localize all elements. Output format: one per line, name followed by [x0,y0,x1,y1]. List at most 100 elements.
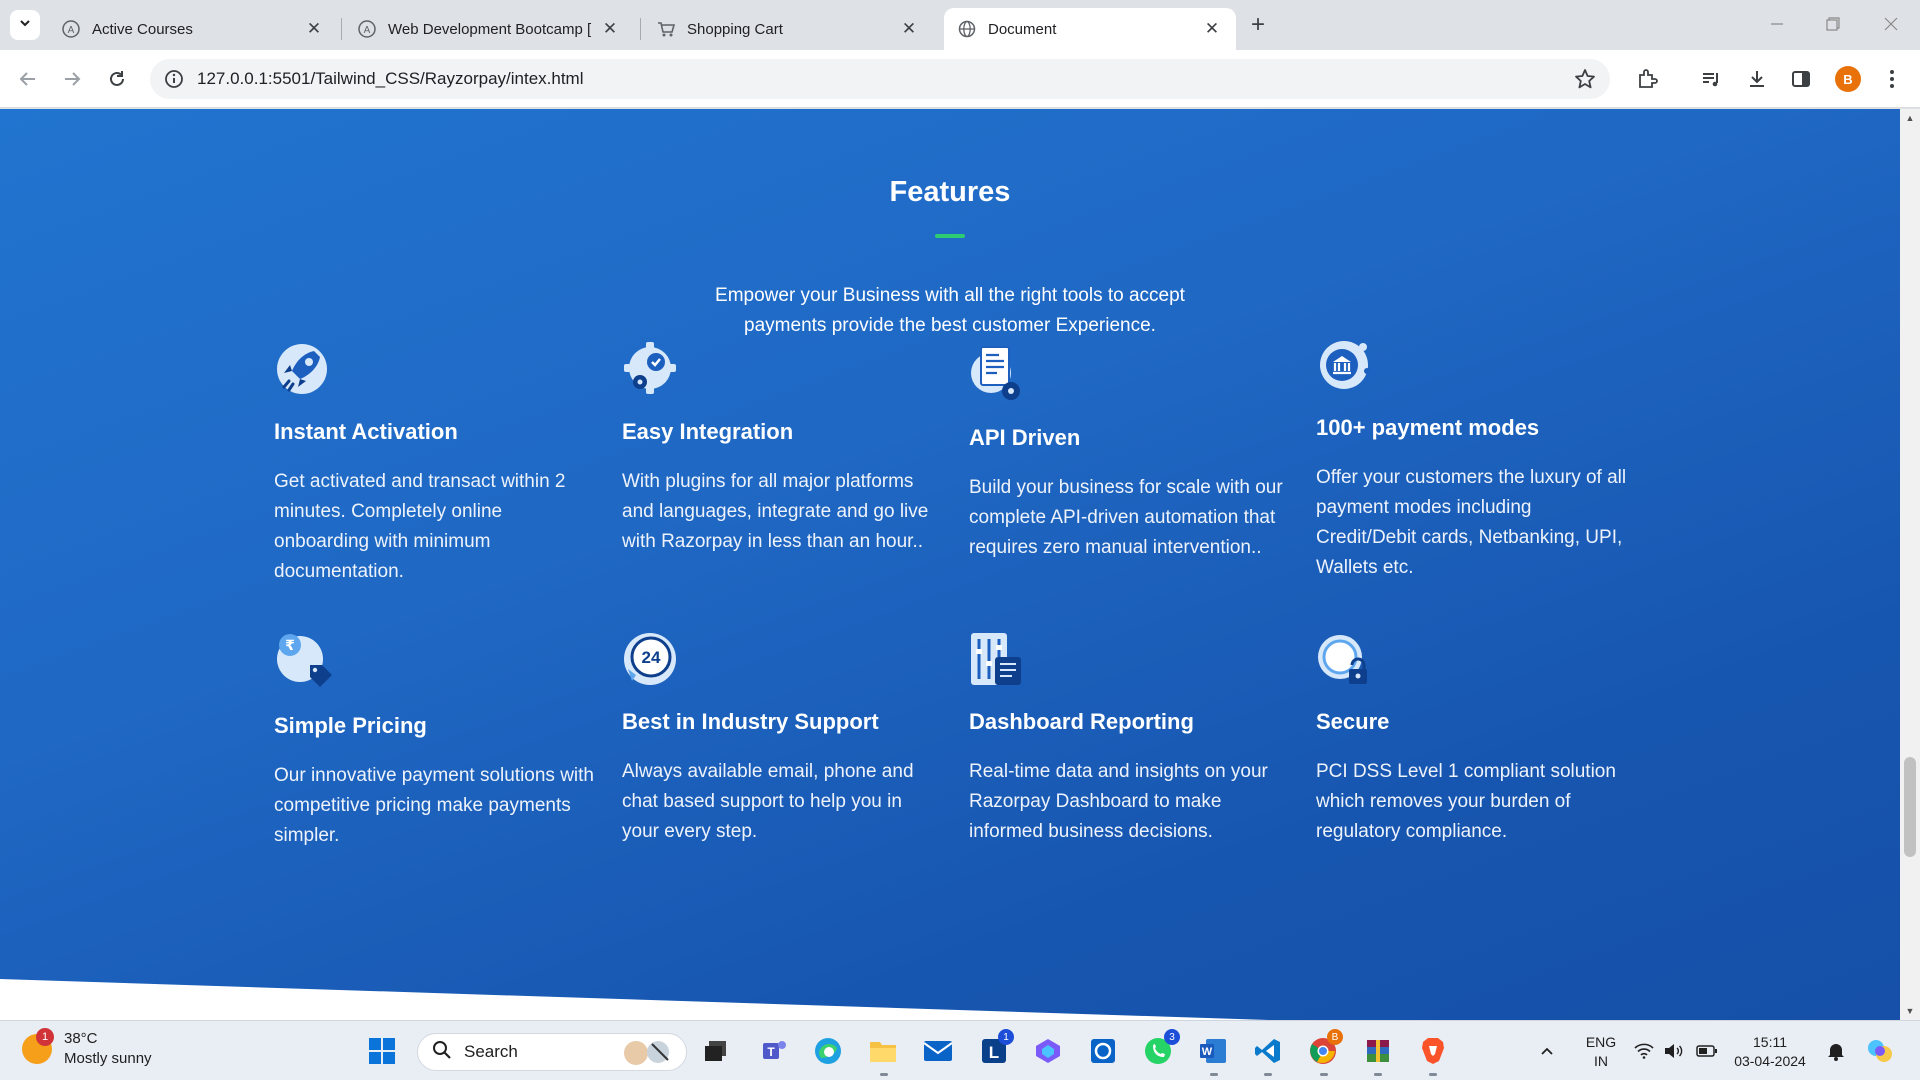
feature-title: Dashboard Reporting [969,709,1194,734]
close-icon[interactable]: ✕ [899,19,919,39]
windows-taskbar: 1 38°C Mostly sunny Search T L 1 3 W B E… [0,1020,1920,1080]
api-document-icon [969,343,1025,403]
edge-browser-icon[interactable] [810,1033,846,1069]
close-icon[interactable]: ✕ [1202,19,1222,39]
feature-title: Secure [1316,709,1390,734]
tab-separator [341,18,342,40]
tab-shopping-cart[interactable]: Shopping Cart ✕ [643,8,933,50]
mail-icon[interactable] [920,1033,956,1069]
weather-description: Mostly sunny [64,1050,152,1067]
whatsapp-badge: 3 [1164,1029,1180,1045]
svg-text:A: A [68,25,75,36]
profile-avatar[interactable]: B [1835,66,1861,92]
vscode-icon[interactable] [1250,1033,1286,1069]
page-scrollbar[interactable]: ▲ ▼ [1900,109,1920,1020]
battery-icon[interactable] [1695,1033,1719,1069]
running-indicator [1320,1073,1328,1076]
tab-title: Web Development Bootcamp [ [388,20,592,38]
whatsapp-icon[interactable]: 3 [1140,1029,1180,1069]
side-panel-icon[interactable] [1785,63,1817,95]
tab-title: Shopping Cart [687,20,783,38]
support-24-icon: 24 [622,631,678,687]
scrollbar-thumb[interactable] [1904,757,1916,857]
rocket-icon [274,341,330,397]
running-indicator [880,1073,888,1076]
extensions-icon[interactable] [1631,63,1663,95]
close-icon[interactable]: ✕ [600,19,620,39]
file-explorer-icon[interactable] [865,1033,901,1069]
brave-icon[interactable] [1415,1033,1451,1069]
feature-card-easy-integration: Easy Integration With plugins for all ma… [622,341,942,557]
language-code: ENG [1585,1034,1617,1050]
scroll-down-arrow-icon[interactable]: ▼ [1905,1006,1915,1016]
clock-time: 15:11 [1753,1034,1787,1050]
feature-description: Build your business for scale with our c… [969,477,1283,558]
tab-document[interactable]: Document ✕ [944,8,1236,50]
browser-toolbar: 127.0.0.1:5501/Tailwind_CSS/Rayzorpay/in… [0,50,1920,108]
copilot-pre-icon[interactable] [1862,1033,1898,1069]
task-view-icon[interactable] [698,1033,734,1069]
weather-temp: 38°C [64,1030,98,1047]
site-info-icon[interactable] [164,69,184,89]
feature-title: API Driven [969,425,1081,450]
reload-button[interactable] [101,63,133,95]
svg-text:A: A [364,25,371,36]
feature-card-dashboard-reporting: Dashboard Reporting Real-time data and i… [969,631,1289,847]
winrar-icon[interactable] [1360,1033,1396,1069]
running-indicator [1264,1073,1272,1076]
rupee-tag-icon: ₹ [274,631,332,691]
new-tab-button[interactable]: + [1243,10,1273,40]
cortana-icon[interactable] [1085,1033,1121,1069]
feature-title: Best in Industry Support [622,709,879,734]
udemy-favicon-icon: A [358,20,376,38]
clock[interactable]: 15:11 03-04-2024 [1725,1033,1815,1071]
tab-web-development-bootcamp[interactable]: A Web Development Bootcamp [ ✕ [344,8,634,50]
bank-icon [1316,337,1372,393]
tab-search-button[interactable] [10,10,40,40]
svg-text:L: L [989,1043,999,1062]
volume-icon[interactable] [1662,1033,1686,1069]
teams-icon[interactable]: T [756,1033,792,1069]
weather-alert-badge: 1 [36,1028,54,1046]
forward-button[interactable] [56,63,88,95]
feature-card-secure: Secure PCI DSS Level 1 compliant solutio… [1316,631,1636,847]
taskbar-search[interactable]: Search [417,1033,687,1071]
chevron-down-icon [18,16,32,35]
svg-text:24: 24 [642,648,661,667]
tab-active-courses[interactable]: A Active Courses ✕ [48,8,338,50]
copilot-icon[interactable] [1030,1033,1066,1069]
feature-description: PCI DSS Level 1 compliant solution which… [1316,761,1616,842]
feature-description: Real-time data and insights on your Razo… [969,761,1268,842]
back-button[interactable] [12,63,44,95]
restore-button[interactable] [1810,8,1856,40]
tab-title: Document [988,20,1057,38]
region-code: IN [1594,1053,1608,1069]
close-icon[interactable]: ✕ [304,19,324,39]
chevron-up-icon[interactable] [1535,1033,1559,1069]
bookmark-star-icon[interactable] [1574,68,1596,90]
wifi-icon[interactable] [1632,1033,1656,1069]
url-text[interactable]: 127.0.0.1:5501/Tailwind_CSS/Rayzorpay/in… [197,69,584,89]
menu-kebab-icon[interactable] [1876,63,1908,95]
features-subtitle: Empower your Business with all the right… [715,285,1185,336]
address-bar[interactable]: 127.0.0.1:5501/Tailwind_CSS/Rayzorpay/in… [150,59,1610,99]
feature-card-api-driven: API Driven Build your business for scale… [969,343,1289,563]
windows-start-icon[interactable] [364,1033,400,1069]
word-icon[interactable]: W [1195,1033,1231,1069]
downloads-icon[interactable] [1741,63,1773,95]
scroll-up-arrow-icon[interactable]: ▲ [1905,113,1915,123]
next-section-edge [0,979,1270,1020]
minimize-button[interactable] [1754,8,1800,40]
weather-widget[interactable]: 1 38°C Mostly sunny [22,1028,152,1069]
language-indicator[interactable]: ENG IN [1577,1033,1625,1071]
heading-underline [935,234,965,238]
close-window-button[interactable] [1868,8,1914,40]
svg-text:W: W [1202,1046,1213,1058]
chrome-icon[interactable]: B [1305,1029,1343,1069]
notification-bell-icon[interactable] [1824,1033,1848,1069]
feature-description: Always available email, phone and chat b… [622,761,914,842]
linkedin-icon[interactable]: L 1 [976,1029,1014,1069]
page-viewport: Features Empower your Business with all … [0,109,1900,1020]
media-control-icon[interactable] [1695,63,1727,95]
feature-card-simple-pricing: ₹ Simple Pricing Our innovative payment … [274,631,594,851]
